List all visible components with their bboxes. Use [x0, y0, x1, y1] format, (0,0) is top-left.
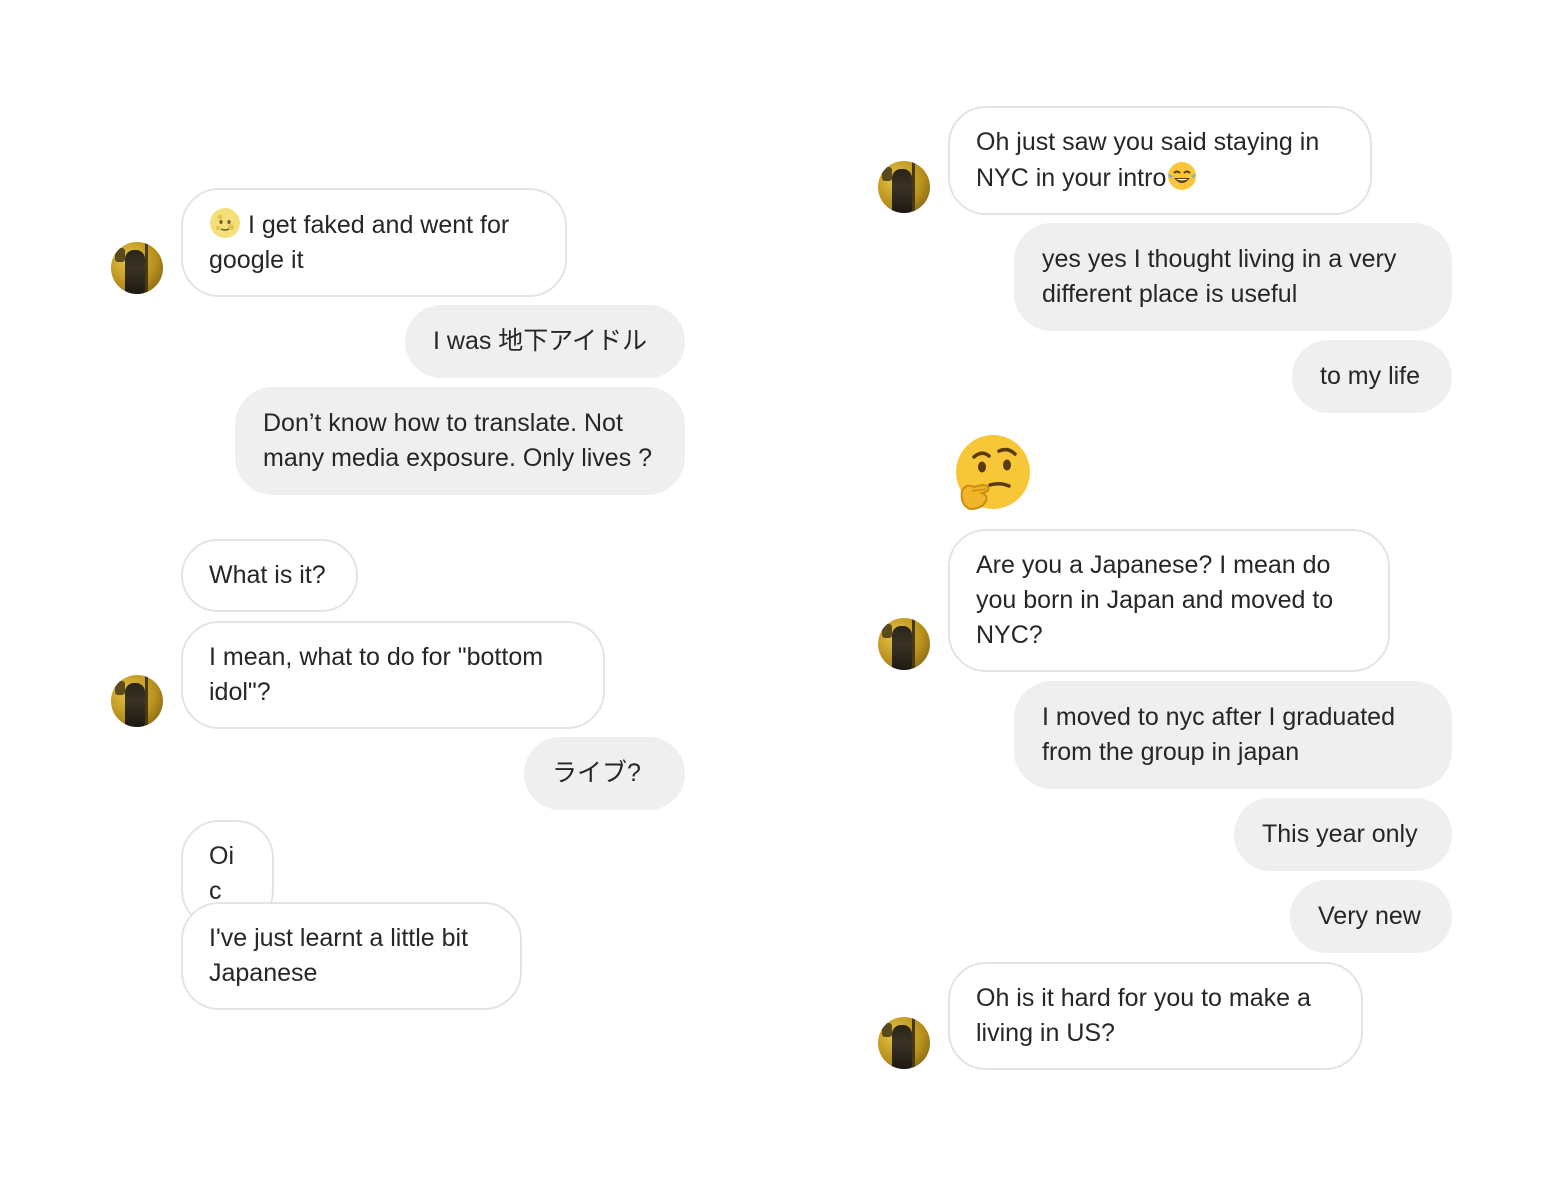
outgoing-message[interactable]: Very new [1290, 880, 1452, 953]
message-text: I've just learnt a little bit Japanese [209, 924, 469, 987]
message-text: Don’t know how to translate. Not many me… [263, 409, 653, 472]
message-text: I was 地下アイドル [433, 327, 648, 355]
incoming-message[interactable]: Oh is it hard for you to make a living i… [948, 962, 1363, 1070]
contact-avatar[interactable] [111, 675, 163, 727]
message-text: What is it? [209, 561, 326, 589]
message-text: I get faked and went for google it [209, 211, 510, 274]
moon-face-emoji-icon [210, 208, 240, 238]
message-text: ライブ? [552, 759, 641, 787]
outgoing-message[interactable]: This year only [1234, 798, 1452, 871]
message-text: Oh is it hard for you to make a living i… [976, 984, 1311, 1047]
incoming-message[interactable]: Are you a Japanese? I mean do you born i… [948, 529, 1390, 672]
outgoing-message[interactable]: to my life [1292, 340, 1452, 413]
outgoing-message[interactable]: yes yes I thought living in a very diffe… [1014, 223, 1452, 331]
outgoing-message[interactable]: ライブ? [524, 737, 685, 810]
incoming-message[interactable]: I've just learnt a little bit Japanese [181, 902, 522, 1010]
message-text: I mean, what to do for "bottom idol"? [209, 643, 544, 706]
outgoing-message[interactable]: I was 地下アイドル [405, 305, 685, 378]
tears-of-joy-emoji-icon [1168, 162, 1197, 190]
thinking-face-emoji-icon[interactable] [952, 433, 1034, 515]
contact-avatar[interactable] [878, 1017, 930, 1069]
message-text: yes yes I thought living in a very diffe… [1042, 245, 1397, 308]
message-text: Very new [1318, 902, 1421, 930]
message-text: I moved to nyc after I graduated from th… [1042, 703, 1395, 766]
outgoing-message[interactable]: I moved to nyc after I graduated from th… [1014, 681, 1452, 789]
message-text: Are you a Japanese? I mean do you born i… [976, 551, 1334, 649]
message-text: Oh just saw you said staying in NYC in y… [976, 128, 1320, 192]
contact-avatar[interactable] [878, 618, 930, 670]
message-text: to my life [1320, 362, 1421, 390]
incoming-message[interactable]: I mean, what to do for "bottom idol"? [181, 621, 605, 729]
message-text: Oic [209, 842, 234, 905]
contact-avatar[interactable] [111, 242, 163, 294]
message-text: This year only [1262, 820, 1418, 848]
contact-avatar[interactable] [878, 161, 930, 213]
incoming-message[interactable]: What is it? [181, 539, 358, 612]
incoming-message[interactable]: Oh just saw you said staying in NYC in y… [948, 106, 1372, 215]
outgoing-message[interactable]: Don’t know how to translate. Not many me… [235, 387, 685, 495]
incoming-message[interactable]: I get faked and went for google it [181, 188, 567, 297]
